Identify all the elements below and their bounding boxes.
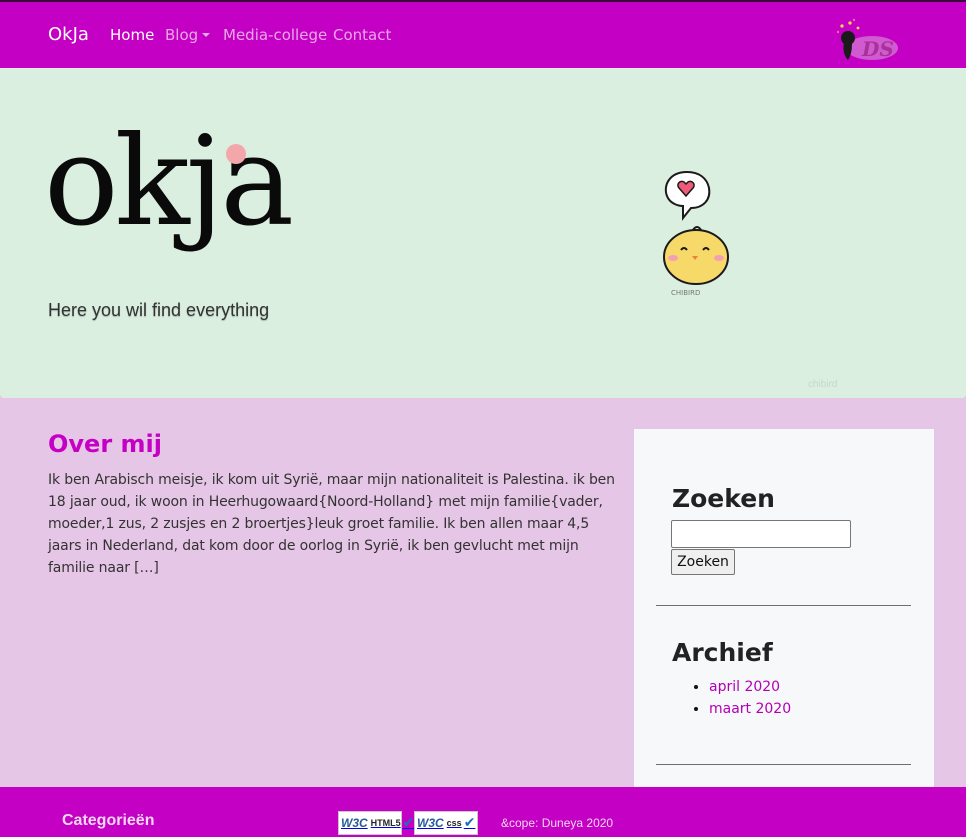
svg-text:CHIBIRD: CHIBIRD — [671, 289, 700, 297]
post-excerpt: Ik ben Arabisch meisje, ik kom uit Syrië… — [48, 472, 615, 576]
w3c-css-badge[interactable]: W3C css ✔ — [414, 811, 478, 835]
w3c-logo-text: W3C — [341, 816, 368, 830]
nav-item-contact[interactable]: Contact — [333, 26, 391, 44]
badge-kind-label: css — [446, 818, 462, 828]
hero-subtitle: Here you wil find everything — [48, 300, 270, 320]
footer-categories-heading: Categorieën — [62, 812, 155, 829]
nav-item-home[interactable]: Home — [110, 26, 154, 44]
checkmark-icon: ✔ — [463, 815, 476, 831]
search-button[interactable]: Zoeken — [671, 549, 735, 575]
hero-title: okja — [44, 110, 294, 254]
search-input[interactable] — [671, 520, 851, 548]
w3c-logo-text: W3C — [417, 816, 444, 830]
badge-kind-label: HTML5 — [370, 818, 401, 828]
footer: Categorieën W3C HTML5 ✔ W3C css ✔ &cope:… — [0, 787, 966, 837]
brand-link[interactable]: OkJa — [48, 24, 89, 45]
nav-item-media-college[interactable]: Media-college — [223, 26, 327, 44]
widget-divider — [656, 764, 911, 765]
copyright-text: &cope: Duneya 2020 — [501, 816, 614, 830]
chibird-watermark: chibird — [808, 379, 838, 390]
archive-widget-title: Archief — [672, 638, 773, 667]
archive-link-maart-2020[interactable]: maart 2020 — [709, 701, 791, 717]
archive-list: april 2020 maart 2020 — [709, 676, 791, 720]
post-title-link[interactable]: Over mij — [48, 430, 162, 458]
chick-heart-illustration-icon: CHIBIRD — [663, 170, 729, 297]
hero-dot — [226, 144, 246, 164]
nav-item-blog-dropdown[interactable]: Blog — [165, 26, 211, 44]
hero-banner: okja Here you wil find everything CHIBIR… — [0, 68, 966, 398]
checkmark-icon: ✔ — [402, 815, 415, 831]
search-widget-title: Zoeken — [672, 484, 775, 513]
ds-logo-icon[interactable]: DS — [832, 18, 900, 64]
w3c-html5-badge[interactable]: W3C HTML5 ✔ — [338, 811, 414, 835]
widget-divider — [656, 605, 911, 606]
archive-item: maart 2020 — [709, 698, 791, 720]
archive-link-april-2020[interactable]: april 2020 — [709, 679, 780, 695]
sidebar: Zoeken Zoeken Archief april 2020 maart 2… — [634, 429, 934, 787]
nav-item-blog-label: Blog — [165, 26, 199, 44]
archive-item: april 2020 — [709, 676, 791, 698]
svg-text:DS: DS — [861, 37, 894, 61]
chevron-down-icon — [202, 33, 211, 37]
top-navbar: OkJa Home Blog Media-college Contact DS — [0, 0, 966, 68]
